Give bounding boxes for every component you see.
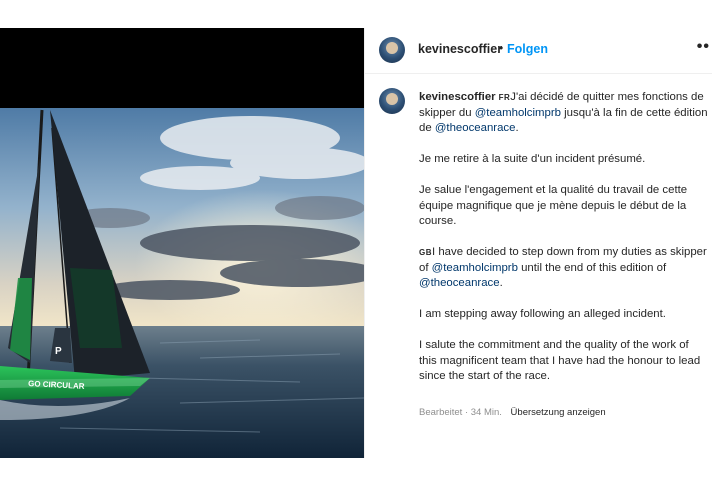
- header-username[interactable]: kevinescoffier: [418, 42, 502, 56]
- caption-avatar[interactable]: [379, 88, 405, 114]
- mention-teamholcimprb[interactable]: @teamholcimprb: [432, 262, 518, 274]
- post-photo[interactable]: P GO CIRCULAR: [0, 28, 364, 458]
- caption-en-paragraph-1: GBI have decided to step down from my du…: [419, 245, 709, 292]
- sailing-yacht-photo: P GO CIRCULAR: [0, 28, 364, 458]
- caption-fr-paragraph-1: kevinescoffier FRJ'ai décidé de quitter m…: [419, 90, 709, 137]
- caption-en-text: .: [499, 277, 503, 289]
- gb-flag-icon: GB: [419, 248, 432, 257]
- avatar[interactable]: [379, 37, 405, 63]
- caption-username[interactable]: kevinescoffier: [419, 91, 496, 103]
- sail-mark: P: [55, 346, 62, 357]
- mention-teamholcimprb[interactable]: @teamholcimprb: [475, 107, 561, 119]
- separator-dot: •: [499, 41, 504, 55]
- caption-text: kevinescoffier FRJ'ai décidé de quitter m…: [419, 90, 709, 400]
- caption-en-paragraph-3: I salute the commitment and the quality …: [419, 339, 701, 382]
- caption-meta: Bearbeitet · 34 Min. Übersetzung anzeige…: [419, 407, 606, 418]
- caption-area: kevinescoffier FRJ'ai décidé de quitter m…: [365, 74, 712, 458]
- mention-theoceanrace[interactable]: @theoceanrace: [435, 122, 516, 134]
- fr-flag-icon: FR: [498, 93, 511, 102]
- edited-timestamp: Bearbeitet · 34 Min.: [419, 407, 502, 418]
- more-options-icon[interactable]: ••: [697, 38, 710, 56]
- caption-fr-paragraph-2: Je me retire à la suite d'un incident pr…: [419, 153, 646, 165]
- caption-en-paragraph-2: I am stepping away following an alleged …: [419, 308, 666, 320]
- mention-theoceanrace[interactable]: @theoceanrace: [419, 277, 500, 289]
- translate-link[interactable]: Übersetzung anzeigen: [511, 407, 606, 418]
- caption-fr-paragraph-3: Je salue l'engagement et la qualité du t…: [419, 184, 688, 227]
- post-header: kevinescoffier • Folgen ••: [365, 28, 712, 74]
- follow-button[interactable]: Folgen: [507, 42, 548, 56]
- caption-fr-text: .: [515, 122, 519, 134]
- caption-en-text: until the end of this edition of: [517, 261, 667, 274]
- instagram-post: P GO CIRCULAR kevinescoffier • Folgen ••…: [0, 28, 712, 458]
